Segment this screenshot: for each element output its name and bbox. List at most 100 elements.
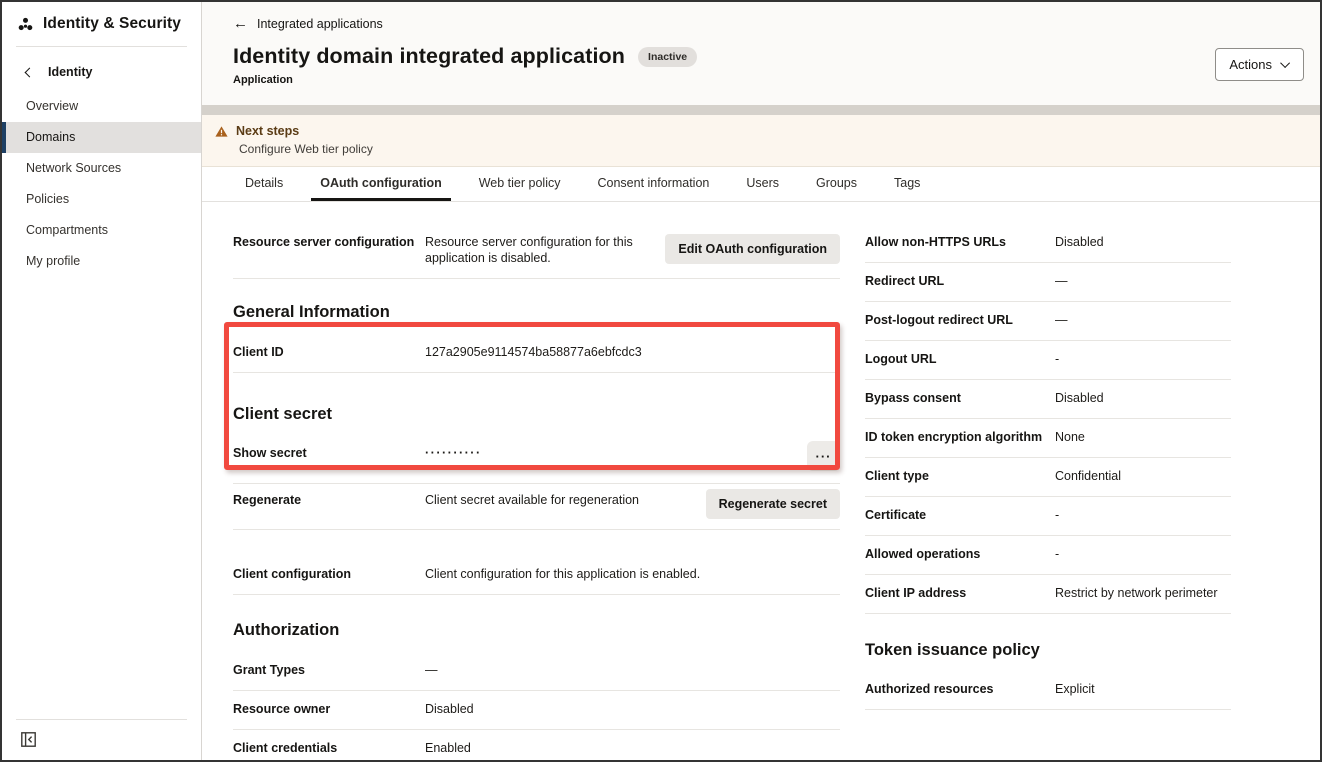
row-redirect-url: Redirect URL — xyxy=(865,263,1231,302)
next-steps-banner: Next steps Configure Web tier policy xyxy=(202,115,1320,167)
back-arrow-icon: ← xyxy=(233,18,248,30)
tab-groups[interactable]: Groups xyxy=(807,167,866,201)
row-allowed-operations: Allowed operations - xyxy=(865,536,1231,575)
row-client-credentials: Client credentials Enabled xyxy=(233,730,840,760)
sidebar-footer-divider xyxy=(16,719,187,720)
tab-bar: Details OAuth configuration Web tier pol… xyxy=(202,167,1320,202)
general-information-heading: General Information xyxy=(233,303,840,322)
breadcrumb-label: Integrated applications xyxy=(257,17,383,31)
status-badge: Inactive xyxy=(638,47,697,67)
tab-details[interactable]: Details xyxy=(236,167,292,201)
tab-content-oauth: Resource server configuration Resource s… xyxy=(202,202,1320,760)
field-label: Client configuration xyxy=(233,566,425,582)
field-value: Disabled xyxy=(425,701,840,717)
warning-icon xyxy=(215,126,228,137)
sidebar-back-label: Identity xyxy=(48,65,92,79)
field-label: Client credentials xyxy=(233,740,425,756)
row-authorized-resources: Authorized resources Explicit xyxy=(865,668,1231,710)
sidebar: Identity & Security Identity Overview Do… xyxy=(2,2,202,760)
banner-message[interactable]: Configure Web tier policy xyxy=(239,142,1304,156)
sidebar-item-my-profile[interactable]: My profile xyxy=(2,246,201,277)
sidebar-item-compartments[interactable]: Compartments xyxy=(2,215,201,246)
chevron-down-icon xyxy=(1280,58,1290,68)
field-value: Confidential xyxy=(1055,468,1231,484)
row-show-secret: Show secret ·········· ··· xyxy=(233,432,840,484)
masked-secret-value: ·········· xyxy=(425,445,807,461)
field-label: Client IP address xyxy=(865,585,1055,601)
field-label: Show secret xyxy=(233,445,425,461)
sidebar-item-overview[interactable]: Overview xyxy=(2,91,201,122)
page-header: ← Integrated applications Identity domai… xyxy=(202,2,1320,105)
tab-tags[interactable]: Tags xyxy=(885,167,929,201)
row-client-configuration: Client configuration Client configuratio… xyxy=(233,556,840,595)
banner-title: Next steps xyxy=(236,124,299,138)
field-label: Regenerate xyxy=(233,492,425,508)
row-post-logout-redirect-url: Post-logout redirect URL — xyxy=(865,302,1231,341)
sidebar-header: Identity & Security xyxy=(2,2,201,46)
field-label: Post-logout redirect URL xyxy=(865,312,1055,328)
field-label: Client ID xyxy=(233,344,425,360)
oci-console-window: Identity & Security Identity Overview Do… xyxy=(0,0,1322,762)
field-value: Resource server configuration for this a… xyxy=(425,234,665,266)
row-grant-types: Grant Types — xyxy=(233,648,840,691)
field-value: Client configuration for this applicatio… xyxy=(425,566,840,582)
field-label: Redirect URL xyxy=(865,273,1055,289)
oauth-left-column: Resource server configuration Resource s… xyxy=(233,224,840,760)
tab-oauth-configuration[interactable]: OAuth configuration xyxy=(311,167,451,201)
field-value: - xyxy=(1055,507,1231,523)
header-divider-strip xyxy=(202,105,1320,115)
row-logout-url: Logout URL - xyxy=(865,341,1231,380)
row-resource-owner: Resource owner Disabled xyxy=(233,691,840,730)
field-value: - xyxy=(1055,546,1231,562)
row-client-type: Client type Confidential xyxy=(865,458,1231,497)
row-bypass-consent: Bypass consent Disabled xyxy=(865,380,1231,419)
actions-button[interactable]: Actions xyxy=(1215,48,1304,81)
field-label: Client type xyxy=(865,468,1055,484)
field-label: Logout URL xyxy=(865,351,1055,367)
row-resource-server-configuration: Resource server configuration Resource s… xyxy=(233,224,840,279)
main-area: ← Integrated applications Identity domai… xyxy=(202,2,1320,760)
collapse-panel-icon[interactable] xyxy=(21,732,39,748)
client-id-value: 127a2905e9114574ba58877a6ebfcdc3 xyxy=(425,344,840,360)
field-value: - xyxy=(1055,351,1231,367)
resource-type-label: Application xyxy=(233,74,1304,86)
token-issuance-policy-heading: Token issuance policy xyxy=(865,641,1231,660)
field-label: Allowed operations xyxy=(865,546,1055,562)
field-label: Authorized resources xyxy=(865,681,1055,697)
sidebar-back-identity[interactable]: Identity xyxy=(2,47,201,91)
actions-button-label: Actions xyxy=(1229,57,1272,72)
sidebar-footer xyxy=(2,719,201,760)
tab-users[interactable]: Users xyxy=(737,167,788,201)
field-label: Bypass consent xyxy=(865,390,1055,406)
regenerate-secret-button[interactable]: Regenerate secret xyxy=(706,489,840,519)
field-label: Resource server configuration xyxy=(233,234,425,250)
secret-actions-menu-button[interactable]: ··· xyxy=(807,441,840,471)
breadcrumb[interactable]: ← Integrated applications xyxy=(233,17,383,31)
field-label: Allow non-HTTPS URLs xyxy=(865,234,1055,250)
chevron-left-icon xyxy=(25,67,35,77)
tab-consent-information[interactable]: Consent information xyxy=(588,167,718,201)
edit-oauth-configuration-button[interactable]: Edit OAuth configuration xyxy=(665,234,840,264)
identity-security-icon xyxy=(17,17,34,32)
field-value: — xyxy=(1055,312,1231,328)
field-value: — xyxy=(425,662,840,678)
field-value: Restrict by network perimeter xyxy=(1055,585,1231,601)
tab-web-tier-policy[interactable]: Web tier policy xyxy=(470,167,570,201)
oauth-right-column: Allow non-HTTPS URLs Disabled Redirect U… xyxy=(865,224,1231,760)
field-value: Disabled xyxy=(1055,234,1231,250)
field-label: Certificate xyxy=(865,507,1055,523)
row-id-token-encryption-algorithm: ID token encryption algorithm None xyxy=(865,419,1231,458)
field-value: — xyxy=(1055,273,1231,289)
field-label: ID token encryption algorithm xyxy=(865,429,1055,445)
sidebar-title: Identity & Security xyxy=(43,15,181,33)
row-client-id: Client ID 127a2905e9114574ba58877a6ebfcd… xyxy=(233,330,840,373)
row-allow-non-https-urls: Allow non-HTTPS URLs Disabled xyxy=(865,224,1231,263)
field-label: Grant Types xyxy=(233,662,425,678)
sidebar-item-domains[interactable]: Domains xyxy=(2,122,201,153)
client-secret-heading: Client secret xyxy=(233,405,840,424)
field-value: Client secret available for regeneration xyxy=(425,492,706,508)
authorization-heading: Authorization xyxy=(233,621,840,640)
page-title: Identity domain integrated application xyxy=(233,44,625,69)
sidebar-item-network-sources[interactable]: Network Sources xyxy=(2,153,201,184)
sidebar-item-policies[interactable]: Policies xyxy=(2,184,201,215)
